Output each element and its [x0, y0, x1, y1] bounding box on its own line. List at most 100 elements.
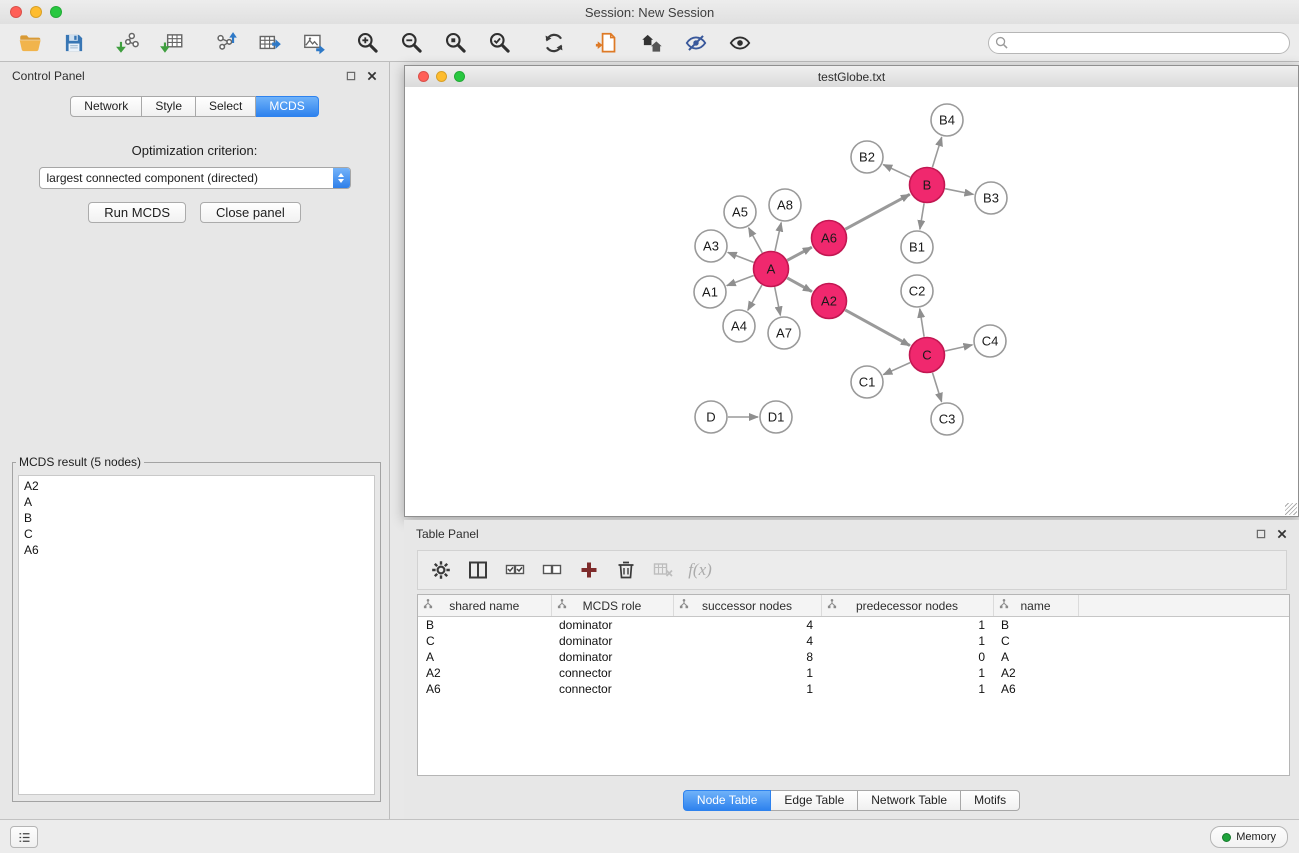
- node-C1[interactable]: C1: [851, 366, 883, 398]
- column-header-MCDS-role[interactable]: MCDS role: [551, 595, 673, 617]
- table-row-A6[interactable]: A6connector11A6: [418, 681, 1289, 697]
- cell-predecessor-nodes[interactable]: 1: [821, 665, 993, 681]
- tab-network[interactable]: Network: [70, 96, 142, 117]
- node-D1[interactable]: D1: [760, 401, 792, 433]
- table-row-B[interactable]: Bdominator41B: [418, 617, 1289, 634]
- node-A1[interactable]: A1: [694, 276, 726, 308]
- float-panel-icon[interactable]: [346, 71, 356, 81]
- node-A[interactable]: A: [754, 252, 789, 287]
- network-canvas[interactable]: AA6A2BCA1A3A4A5A7A8B1B2B3B4C1C2C3C4DD1: [405, 87, 1298, 516]
- float-table-panel-icon[interactable]: [1256, 529, 1266, 539]
- zoom-selected-button[interactable]: [486, 29, 513, 57]
- table-row-C[interactable]: Cdominator41C: [418, 633, 1289, 649]
- cell-predecessor-nodes[interactable]: 1: [821, 617, 993, 634]
- cell-shared-name[interactable]: C: [418, 633, 551, 649]
- open-session-button[interactable]: [16, 29, 43, 57]
- mcds-result-list[interactable]: A2ABCA6: [18, 475, 375, 795]
- node-C2[interactable]: C2: [901, 275, 933, 307]
- node-A6[interactable]: A6: [812, 221, 847, 256]
- close-panel-icon[interactable]: [367, 71, 377, 81]
- cell-name[interactable]: A6: [993, 681, 1078, 697]
- edge-A-to-A1[interactable]: [727, 276, 754, 286]
- export-table-button[interactable]: [256, 29, 283, 57]
- mcds-result-item[interactable]: C: [24, 526, 374, 542]
- cell-MCDS-role[interactable]: connector: [551, 681, 673, 697]
- cell-predecessor-nodes[interactable]: 0: [821, 649, 993, 665]
- edge-A-to-A4[interactable]: [748, 285, 762, 310]
- edge-C-to-C4[interactable]: [945, 345, 972, 351]
- column-header-predecessor-nodes[interactable]: predecessor nodes: [821, 595, 993, 617]
- cell-MCDS-role[interactable]: dominator: [551, 617, 673, 634]
- edge-C-to-C2[interactable]: [920, 309, 924, 337]
- close-window-button[interactable]: [10, 6, 22, 18]
- export-document-button[interactable]: [594, 29, 621, 57]
- import-table-button[interactable]: [158, 29, 185, 57]
- edge-B-to-B2[interactable]: [883, 165, 910, 178]
- tab-mcds[interactable]: MCDS: [256, 96, 318, 117]
- export-network-button[interactable]: [212, 29, 239, 57]
- deselect-all-button[interactable]: [539, 556, 565, 584]
- cell-successor-nodes[interactable]: 4: [673, 617, 821, 634]
- node-D[interactable]: D: [695, 401, 727, 433]
- function-builder-button[interactable]: f(x): [687, 556, 713, 584]
- table-row-A2[interactable]: A2connector11A2: [418, 665, 1289, 681]
- node-B3[interactable]: B3: [975, 182, 1007, 214]
- edge-A-to-A7[interactable]: [775, 287, 781, 315]
- select-all-button[interactable]: [502, 556, 528, 584]
- edge-B-to-B3[interactable]: [945, 189, 973, 195]
- zoom-in-button[interactable]: [354, 29, 381, 57]
- node-B2[interactable]: B2: [851, 141, 883, 173]
- edge-A2-to-C[interactable]: [845, 310, 910, 346]
- node-C[interactable]: C: [910, 338, 945, 373]
- node-B[interactable]: B: [910, 168, 945, 203]
- cell-successor-nodes[interactable]: 1: [673, 681, 821, 697]
- cell-predecessor-nodes[interactable]: 1: [821, 681, 993, 697]
- edge-C-to-C1[interactable]: [883, 363, 910, 375]
- edge-A-to-A3[interactable]: [728, 252, 754, 262]
- tab-network-table[interactable]: Network Table: [858, 790, 961, 811]
- criterion-dropdown[interactable]: largest connected component (directed): [39, 167, 351, 189]
- tab-style[interactable]: Style: [142, 96, 196, 117]
- cell-name[interactable]: C: [993, 633, 1078, 649]
- cell-name[interactable]: A: [993, 649, 1078, 665]
- task-history-button[interactable]: [10, 826, 38, 848]
- column-header-successor-nodes[interactable]: successor nodes: [673, 595, 821, 617]
- zoom-out-button[interactable]: [398, 29, 425, 57]
- edge-A-to-A5[interactable]: [749, 228, 763, 253]
- tab-edge-table[interactable]: Edge Table: [771, 790, 858, 811]
- show-all-button[interactable]: [726, 29, 753, 57]
- cell-predecessor-nodes[interactable]: 1: [821, 633, 993, 649]
- run-mcds-button[interactable]: Run MCDS: [88, 202, 186, 223]
- edge-A-to-A6[interactable]: [787, 247, 812, 260]
- cell-name[interactable]: A2: [993, 665, 1078, 681]
- node-A3[interactable]: A3: [695, 230, 727, 262]
- window-resize-handle[interactable]: [1285, 503, 1297, 515]
- tab-motifs[interactable]: Motifs: [961, 790, 1020, 811]
- node-A5[interactable]: A5: [724, 196, 756, 228]
- hide-selected-button[interactable]: [682, 29, 709, 57]
- mcds-result-item[interactable]: A2: [24, 478, 374, 494]
- cell-MCDS-role[interactable]: dominator: [551, 633, 673, 649]
- memory-button[interactable]: Memory: [1210, 826, 1288, 848]
- node-B1[interactable]: B1: [901, 231, 933, 263]
- close-panel-button[interactable]: Close panel: [200, 202, 301, 223]
- edge-C-to-C3[interactable]: [933, 373, 942, 402]
- export-image-button[interactable]: [300, 29, 327, 57]
- cell-MCDS-role[interactable]: connector: [551, 665, 673, 681]
- tab-node-table[interactable]: Node Table: [683, 790, 772, 811]
- fullscreen-window-button[interactable]: [50, 6, 62, 18]
- column-header-name[interactable]: name: [993, 595, 1078, 617]
- close-table-panel-icon[interactable]: [1277, 529, 1287, 539]
- node-A4[interactable]: A4: [723, 310, 755, 342]
- network-close-button[interactable]: [418, 71, 429, 82]
- table-row-A[interactable]: Adominator80A: [418, 649, 1289, 665]
- clear-table-button[interactable]: [650, 556, 676, 584]
- cell-successor-nodes[interactable]: 8: [673, 649, 821, 665]
- edge-A6-to-B[interactable]: [845, 194, 910, 229]
- cell-shared-name[interactable]: A: [418, 649, 551, 665]
- network-window-titlebar[interactable]: testGlobe.txt: [405, 66, 1298, 88]
- cell-MCDS-role[interactable]: dominator: [551, 649, 673, 665]
- mcds-result-item[interactable]: A6: [24, 542, 374, 558]
- column-header-shared-name[interactable]: shared name: [418, 595, 551, 617]
- node-A2[interactable]: A2: [812, 284, 847, 319]
